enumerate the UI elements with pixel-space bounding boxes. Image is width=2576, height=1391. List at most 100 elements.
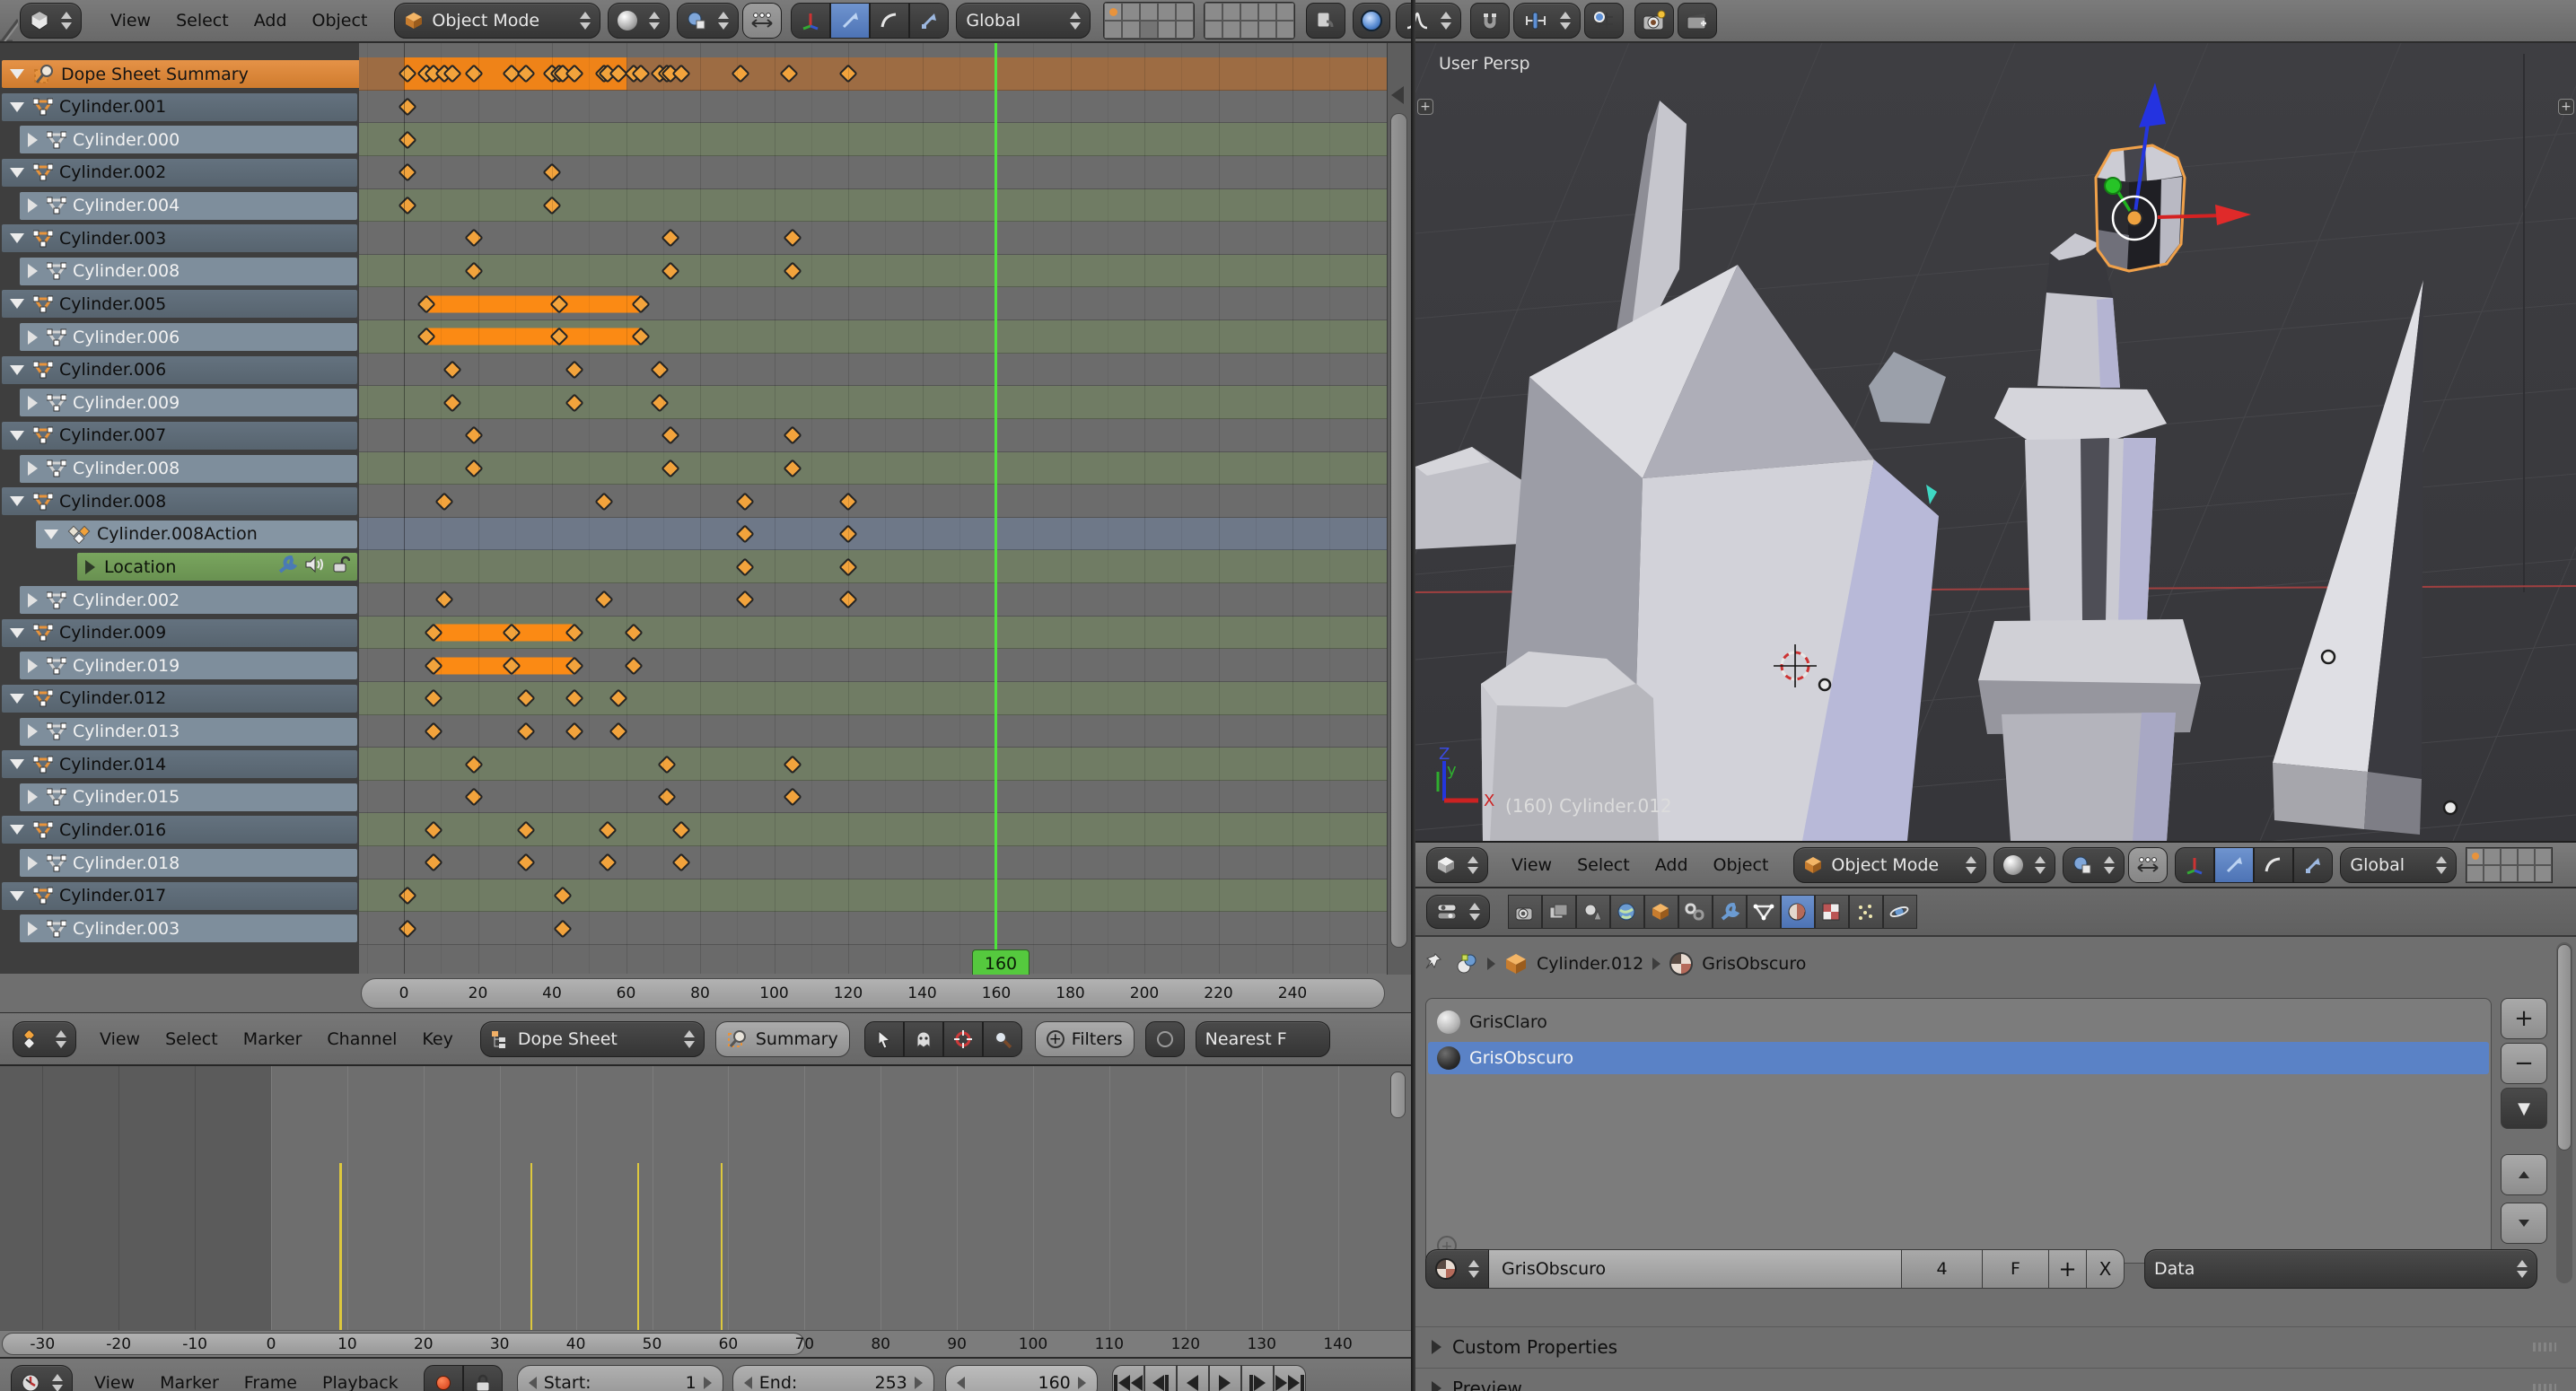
proportional-edit-button[interactable] xyxy=(1145,1021,1185,1057)
material-browse-dropdown[interactable] xyxy=(1425,1249,1489,1289)
channel-cylinder-008[interactable]: Cylinder.008 xyxy=(20,258,357,285)
channel-cylinder-001[interactable]: Cylinder.001 xyxy=(2,93,357,121)
properties-tab-camera[interactable] xyxy=(1508,895,1542,929)
move-slot-up-button[interactable] xyxy=(2501,1154,2547,1195)
channel-cylinder-009[interactable]: Cylinder.009 xyxy=(20,389,357,416)
mode-dropdown[interactable]: Object Mode xyxy=(394,3,600,39)
properties-tab-cube[interactable] xyxy=(1644,895,1678,929)
channel-cylinder-016[interactable]: Cylinder.016 xyxy=(2,816,357,844)
pointer-tool-button[interactable] xyxy=(864,1021,904,1057)
info-menu-object[interactable]: Object xyxy=(300,11,381,31)
panel-custom-properties[interactable]: Custom Properties xyxy=(1415,1326,2576,1366)
channel-cylinder-006[interactable]: Cylinder.006 xyxy=(20,323,357,351)
manipulator-axes-button[interactable] xyxy=(791,3,830,39)
panel-preview[interactable]: Preview xyxy=(1415,1368,2576,1391)
info-menu-select[interactable]: Select xyxy=(163,11,241,31)
editor-type-dropdown-viewport[interactable] xyxy=(1426,847,1488,883)
pivot-point-dropdown-2[interactable] xyxy=(2063,847,2125,883)
viewport-menu-select[interactable]: Select xyxy=(1564,855,1643,875)
channel-cylinder-008[interactable]: Cylinder.008 xyxy=(20,455,357,483)
collapse-down-icon[interactable] xyxy=(10,168,24,178)
properties-tab-scene[interactable] xyxy=(1576,895,1610,929)
collapse-down-icon[interactable] xyxy=(10,628,24,638)
editor-type-dropdown-dopesheet[interactable] xyxy=(13,1021,76,1057)
snap-element-dropdown[interactable] xyxy=(1513,3,1581,39)
expand-right-icon[interactable] xyxy=(28,330,38,345)
channel-cylinder-014[interactable]: Cylinder.014 xyxy=(2,750,357,778)
layers-grid-2[interactable] xyxy=(1204,2,1295,39)
collapse-down-icon[interactable] xyxy=(10,299,24,309)
manipulator-toggle[interactable] xyxy=(742,3,782,39)
next-keyframe-button[interactable] xyxy=(1241,1365,1274,1391)
start-frame-field[interactable]: Start: 1 xyxy=(517,1365,723,1391)
material-slot-grisclaro[interactable]: GrisClaro xyxy=(1428,1006,2489,1038)
proportional-falloff-dropdown[interactable] xyxy=(1396,3,1461,39)
render-still-button[interactable] xyxy=(1634,3,1674,39)
info-menu-view[interactable]: View xyxy=(98,11,163,31)
dopesheet-menu-select[interactable]: Select xyxy=(153,1029,231,1049)
collapse-down-icon[interactable] xyxy=(10,759,24,769)
properties-tab-chain[interactable] xyxy=(1678,895,1713,929)
current-frame-field[interactable]: 160 xyxy=(945,1365,1098,1391)
end-frame-field[interactable]: End: 253 xyxy=(732,1365,934,1391)
panel-drag-grip[interactable] xyxy=(2533,1343,2556,1352)
editor-type-dropdown-properties[interactable] xyxy=(1426,895,1490,929)
properties-tab-world[interactable] xyxy=(1610,895,1644,929)
properties-tab-layers[interactable] xyxy=(1542,895,1576,929)
dopesheet-menu-channel[interactable]: Channel xyxy=(314,1029,409,1049)
expand-right-icon[interactable] xyxy=(28,593,38,608)
material-name-field[interactable]: GrisObscuro xyxy=(1489,1249,1902,1289)
timeline-menu-marker[interactable]: Marker xyxy=(147,1373,232,1391)
manipulator-toggle-2[interactable] xyxy=(2128,847,2168,883)
info-menu-add[interactable]: Add xyxy=(241,11,300,31)
expand-right-icon[interactable] xyxy=(28,461,38,476)
timeline-main-area[interactable] xyxy=(0,1066,1411,1330)
channel-cylinder-018[interactable]: Cylinder.018 xyxy=(20,849,357,877)
toolshelf-expand-button[interactable]: + xyxy=(1417,99,1433,115)
channel-cylinder-019[interactable]: Cylinder.019 xyxy=(20,652,357,679)
mode-dropdown-viewport[interactable]: Object Mode xyxy=(1793,847,1986,883)
lamp-dot[interactable] xyxy=(2322,651,2335,663)
collapse-down-icon[interactable] xyxy=(44,529,58,539)
scale-manipulator-button-2[interactable] xyxy=(2293,847,2333,883)
dopesheet-mode-dropdown[interactable]: Dope Sheet xyxy=(480,1021,705,1057)
snap-toggle-button[interactable] xyxy=(1470,3,1510,39)
rotate-manipulator-button[interactable] xyxy=(870,3,909,39)
expand-right-icon[interactable] xyxy=(28,659,38,673)
expand-right-icon[interactable] xyxy=(85,560,95,574)
viewport-menu-add[interactable]: Add xyxy=(1643,855,1701,875)
channel-cylinder-015[interactable]: Cylinder.015 xyxy=(20,783,357,811)
channel-cylinder-002[interactable]: Cylinder.002 xyxy=(20,586,357,614)
expand-right-icon[interactable] xyxy=(28,396,38,410)
channel-cylinder-003[interactable]: Cylinder.003 xyxy=(2,224,357,252)
increment-arrow-icon[interactable] xyxy=(704,1377,712,1389)
unlink-material-button[interactable]: X xyxy=(2087,1249,2125,1289)
material-link-dropdown[interactable]: Data xyxy=(2144,1249,2537,1289)
viewport-3d[interactable]: User Persp (160) Cylinder.012 + + Z y X xyxy=(1415,43,2576,841)
timeline-ruler-scrollbar[interactable]: -30-20-100102030405060708090100110120130… xyxy=(0,1330,1411,1357)
render-engine-indicator[interactable] xyxy=(1353,3,1390,39)
channel-cylinder-007[interactable]: Cylinder.007 xyxy=(2,422,357,450)
manipulator-axes-button-2[interactable] xyxy=(2175,847,2214,883)
editor-type-dropdown-timeline[interactable] xyxy=(11,1365,73,1391)
dopesheet-menu-marker[interactable]: Marker xyxy=(231,1029,315,1049)
viewport-menu-object[interactable]: Object xyxy=(1701,855,1782,875)
viewport-menu-view[interactable]: View xyxy=(1499,855,1564,875)
expand-right-icon[interactable] xyxy=(28,264,38,278)
collapse-down-icon[interactable] xyxy=(10,233,24,243)
expand-right-icon[interactable] xyxy=(28,198,38,213)
move-slot-down-button[interactable] xyxy=(2501,1203,2547,1244)
panel-drag-grip[interactable] xyxy=(2533,1384,2556,1391)
channel-cylinder-004[interactable]: Cylinder.004 xyxy=(20,192,357,220)
pivot-center-button[interactable] xyxy=(943,1021,983,1057)
collapse-down-icon[interactable] xyxy=(10,69,24,79)
collapse-down-icon[interactable] xyxy=(10,431,24,441)
channel-location[interactable]: Location xyxy=(77,553,357,581)
properties-tab-wrench[interactable] xyxy=(1713,895,1747,929)
increment-arrow-icon[interactable] xyxy=(1078,1377,1086,1389)
transform-orientation-dropdown-2[interactable]: Global xyxy=(2340,847,2457,883)
collapse-down-icon[interactable] xyxy=(10,891,24,901)
channel-dope-sheet-summary[interactable]: Dope Sheet Summary xyxy=(2,60,359,88)
dopesheet-keyframe-grid[interactable] xyxy=(359,43,1387,974)
expand-right-icon[interactable] xyxy=(28,922,38,936)
